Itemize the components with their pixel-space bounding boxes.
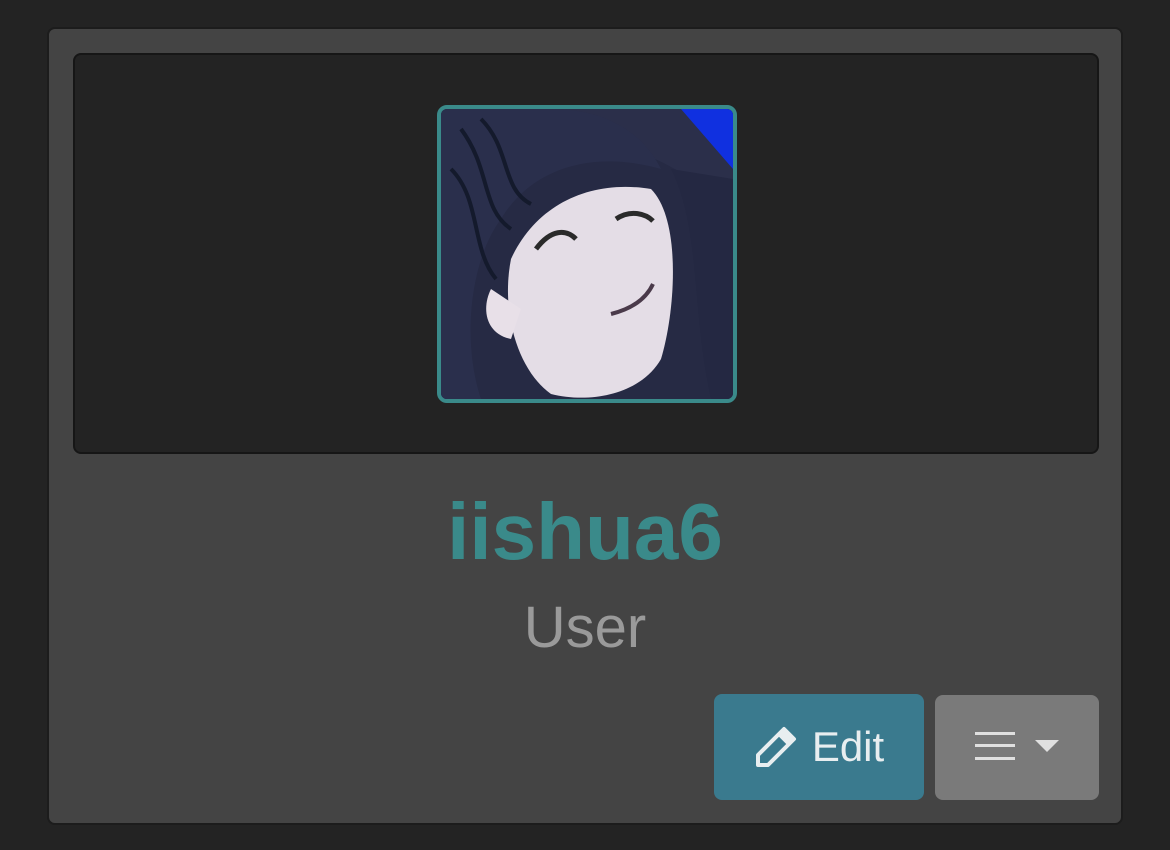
more-actions-dropdown-button[interactable] xyxy=(935,695,1099,800)
user-role: User xyxy=(523,595,647,660)
avatar xyxy=(437,105,737,403)
edit-button[interactable]: Edit xyxy=(714,694,924,800)
profile-banner xyxy=(73,53,1099,454)
username: iishua6 xyxy=(447,487,723,576)
edit-button-label: Edit xyxy=(811,723,885,770)
profile-card: iishua6 User Edit xyxy=(47,27,1123,825)
pencil-icon xyxy=(754,725,798,769)
avatar-image xyxy=(441,109,733,399)
caret-down-icon xyxy=(1035,740,1059,755)
hamburger-menu-icon xyxy=(975,730,1015,765)
